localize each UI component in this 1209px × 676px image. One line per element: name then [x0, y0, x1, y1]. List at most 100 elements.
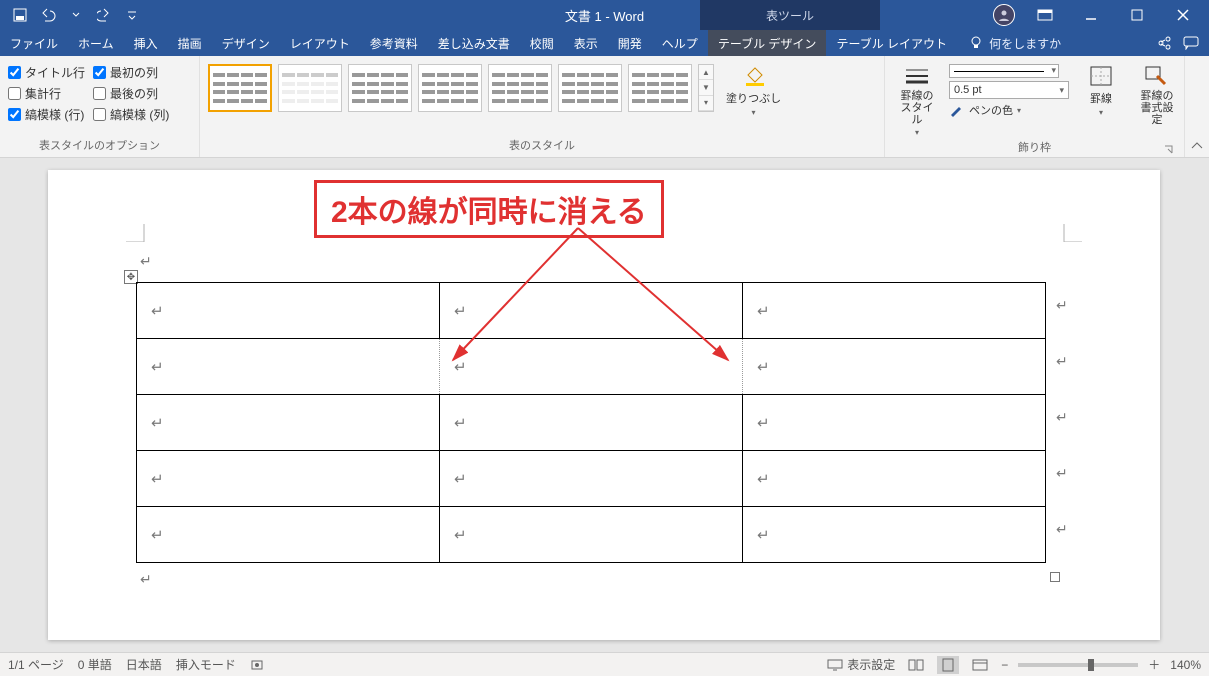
title-bar: 文書 1 - Word 表ツール — [0, 0, 1209, 30]
redo-button[interactable] — [92, 3, 116, 27]
border-painter-button[interactable]: 罫線の 書式設定 — [1133, 60, 1181, 126]
tab-review[interactable]: 校閲 — [520, 30, 564, 56]
chk-banded-col-label: 縞模様 (列) — [110, 106, 169, 123]
chk-last-column[interactable]: 最後の列 — [93, 85, 169, 102]
border-style-icon — [903, 64, 931, 88]
macro-record-icon[interactable] — [250, 658, 264, 672]
pen-color-label: ペンの色 — [969, 102, 1013, 118]
status-language[interactable]: 日本語 — [126, 656, 162, 673]
table-style-thumb[interactable] — [418, 64, 482, 112]
table-style-thumb[interactable] — [348, 64, 412, 112]
tell-me-label: 何をしますか — [989, 35, 1061, 52]
tell-me-search[interactable]: 何をしますか — [957, 30, 1061, 56]
save-button[interactable] — [8, 3, 32, 27]
status-words[interactable]: 0 単語 — [78, 656, 112, 673]
chk-banded-columns[interactable]: 縞模様 (列) — [93, 106, 169, 123]
maximize-button[interactable] — [1115, 0, 1159, 30]
status-page[interactable]: 1/1 ページ — [8, 656, 64, 673]
margin-corner-icon — [1062, 222, 1082, 242]
table-style-thumb[interactable] — [208, 64, 272, 112]
comments-button[interactable] — [1183, 36, 1199, 50]
table-style-thumb[interactable] — [488, 64, 552, 112]
table-style-thumb[interactable] — [628, 64, 692, 112]
chk-banded-rows-label: 縞模様 (行) — [25, 106, 84, 123]
line-weight-combo[interactable]: 0.5 pt▾ — [949, 81, 1069, 99]
tab-references[interactable]: 参考資料 — [360, 30, 428, 56]
tab-mailings[interactable]: 差し込み文書 — [428, 30, 520, 56]
chk-first-col-label: 最初の列 — [110, 64, 158, 81]
tab-design[interactable]: デザイン — [212, 30, 280, 56]
paragraph-mark-icon: ↵ — [140, 572, 152, 589]
print-layout-button[interactable] — [937, 656, 959, 674]
table-styles-gallery[interactable]: ▲▼▾ — [208, 60, 714, 112]
tab-view[interactable]: 表示 — [564, 30, 608, 56]
group-label-borders: 飾り枠 — [893, 137, 1176, 159]
border-painter-label: 罫線の 書式設定 — [1137, 90, 1177, 126]
tab-help[interactable]: ヘルプ — [652, 30, 708, 56]
table-style-thumb[interactable] — [278, 64, 342, 112]
ribbon: タイトル行 集計行 縞模様 (行) 最初の列 最後の列 縞模様 (列) 表スタイ… — [0, 56, 1209, 158]
tab-file[interactable]: ファイル — [0, 30, 68, 56]
share-button[interactable] — [1155, 36, 1171, 50]
gallery-scroll[interactable]: ▲▼▾ — [698, 64, 714, 112]
word-table[interactable]: ↵↵↵ ↵↵↵ ↵↵↵ ↵↵↵ ↵↵↵ — [136, 282, 1046, 563]
undo-dropdown[interactable] — [64, 3, 88, 27]
undo-button[interactable] — [36, 3, 60, 27]
zoom-slider[interactable] — [1018, 663, 1138, 667]
tab-table-layout[interactable]: テーブル レイアウト — [826, 30, 957, 56]
group-launcher-icon[interactable] — [1164, 145, 1176, 157]
zoom-in-button[interactable]: ＋ — [1148, 656, 1160, 673]
zoom-out-button[interactable]: − — [1001, 658, 1008, 672]
table-row[interactable]: ↵↵↵ — [137, 283, 1046, 339]
chk-header-row-label: タイトル行 — [25, 64, 85, 81]
display-settings-button[interactable]: 表示設定 — [827, 656, 895, 673]
minimize-button[interactable] — [1069, 0, 1113, 30]
chk-banded-rows[interactable]: 縞模様 (行) — [8, 106, 85, 123]
table-row[interactable]: ↵↵↵ — [137, 507, 1046, 563]
chk-header-row[interactable]: タイトル行 — [8, 64, 85, 81]
table-resize-handle[interactable] — [1050, 572, 1060, 582]
annotation-callout: 2本の線が同時に消える — [314, 180, 664, 238]
status-insert-mode[interactable]: 挿入モード — [176, 656, 236, 673]
tab-layout[interactable]: レイアウト — [280, 30, 360, 56]
read-mode-button[interactable] — [905, 656, 927, 674]
pen-color-button[interactable]: ペンの色▾ — [949, 102, 1069, 118]
tab-insert[interactable]: 挿入 — [124, 30, 168, 56]
line-weight-value: 0.5 pt — [954, 84, 982, 96]
line-style-combo[interactable]: ▾ — [949, 64, 1059, 78]
row-end-mark-icon: ↵ — [1056, 522, 1068, 539]
bucket-icon — [740, 64, 768, 88]
close-button[interactable] — [1161, 0, 1205, 30]
document-area[interactable]: ↵ ✥ ↵↵↵ ↵↵↵ ↵↵↵ ↵↵↵ ↵↵↵ ↵ ↵ ↵ ↵ ↵ ↵ — [0, 158, 1209, 652]
account-icon[interactable] — [993, 4, 1015, 26]
collapse-ribbon-button[interactable] — [1185, 56, 1209, 157]
chk-total-row[interactable]: 集計行 — [8, 85, 85, 102]
borders-label: 罫線 — [1090, 90, 1112, 106]
row-end-mark-icon: ↵ — [1056, 354, 1068, 371]
zoom-level[interactable]: 140% — [1170, 658, 1201, 672]
pen-icon — [949, 103, 965, 117]
shading-button[interactable]: 塗りつぶし ▾ — [722, 60, 785, 117]
status-bar: 1/1 ページ 0 単語 日本語 挿入モード 表示設定 − ＋ 140% — [0, 652, 1209, 676]
row-end-mark-icon: ↵ — [1056, 466, 1068, 483]
chk-first-column[interactable]: 最初の列 — [93, 64, 169, 81]
qat-customize[interactable] — [120, 3, 144, 27]
table-row[interactable]: ↵↵↵ — [137, 451, 1046, 507]
tab-table-design[interactable]: テーブル デザイン — [708, 30, 827, 56]
table-row[interactable]: ↵↵↵ — [137, 395, 1046, 451]
ribbon-display-options[interactable] — [1023, 0, 1067, 30]
row-end-mark-icon: ↵ — [1056, 298, 1068, 315]
table-row[interactable]: ↵↵↵ — [137, 339, 1046, 395]
tab-developer[interactable]: 開発 — [608, 30, 652, 56]
group-table-style-options: タイトル行 集計行 縞模様 (行) 最初の列 最後の列 縞模様 (列) 表スタイ… — [0, 56, 200, 157]
table-style-thumb[interactable] — [558, 64, 622, 112]
web-layout-button[interactable] — [969, 656, 991, 674]
chk-total-row-label: 集計行 — [25, 85, 61, 102]
borders-button[interactable]: 罫線 ▾ — [1077, 60, 1125, 117]
paragraph-mark-icon: ↵ — [140, 254, 152, 271]
context-tab-label: 表ツール — [700, 0, 880, 30]
border-painter-icon — [1143, 64, 1171, 88]
tab-home[interactable]: ホーム — [68, 30, 124, 56]
tab-draw[interactable]: 描画 — [168, 30, 212, 56]
border-styles-button[interactable]: 罫線の スタイル ▾ — [893, 60, 941, 137]
